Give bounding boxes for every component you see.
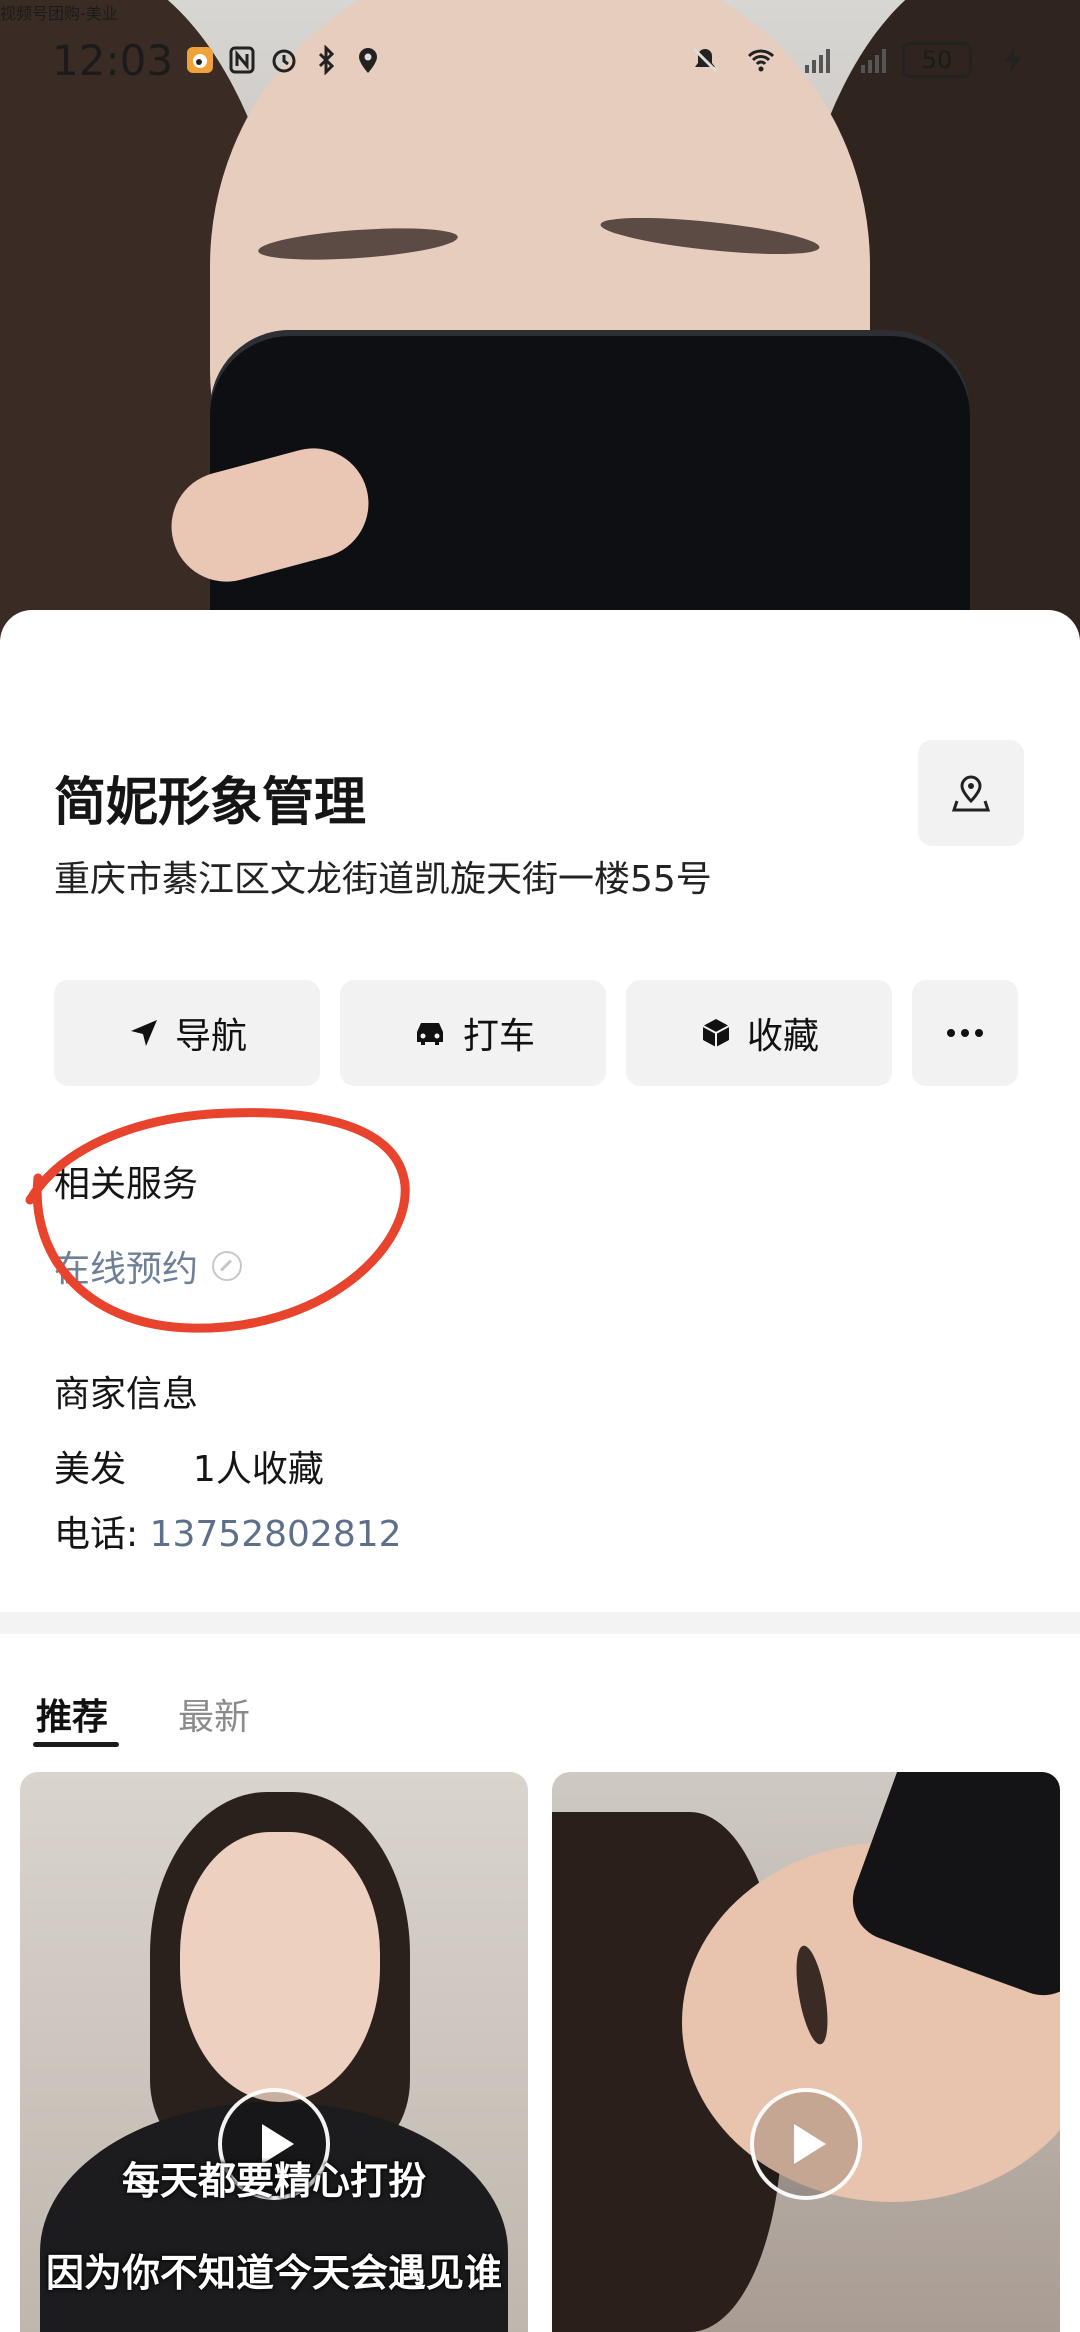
video-card[interactable]: 每天都要精心打扮 因为你不知道今天会遇见谁 [20,1772,528,2332]
favorite-label: 收藏 [746,1016,819,1057]
nfc-icon [229,46,255,74]
tab-latest[interactable]: 最新 [178,1688,250,1740]
video-caption-line2: 因为你不知道今天会遇见谁 [45,2250,502,2295]
action-row: 导航 打车 收藏 [54,980,1026,1086]
merchant-phone-row: 电话: 13752802812 [54,1505,402,1557]
red-circle-annotation [25,1108,410,1333]
taxi-label: 打车 [462,1016,535,1057]
wifi-icon [747,49,775,72]
mute-icon [692,47,718,73]
location-icon [359,48,378,73]
weibo-icon [187,47,214,73]
battery-indicator: 50 [902,42,972,78]
taxi-button[interactable]: 打车 [340,980,606,1086]
map-pin-button[interactable] [918,740,1024,846]
video-thumb-face [180,1832,380,2102]
more-button[interactable] [912,980,1018,1086]
video-caption-line1: 每天都要精心打扮 [121,2158,426,2203]
merchant-info-title: 商家信息 [54,1374,199,1415]
alarm-icon [272,49,296,73]
shop-name: 简妮形象管理 [54,773,367,833]
tab-recommend[interactable]: 推荐 [36,1688,108,1740]
bluetooth-icon [318,45,335,75]
signal-icon [805,49,830,73]
status-time: 12:03 [52,35,174,85]
play-icon[interactable] [750,2088,862,2200]
map-pin-icon [951,775,991,812]
video-card[interactable] [552,1772,1060,2332]
navigate-label: 导航 [174,1016,247,1057]
content-tabs: 推荐 最新 [0,1660,1080,1760]
phone-number-link[interactable]: 13752802812 [150,1514,402,1555]
shop-address: 重庆市綦江区文龙街道凯旋天街一楼55号 [54,859,712,900]
signal-icon-2 [861,49,886,73]
active-tab-indicator [33,1742,119,1747]
navigation-arrow-icon [130,1020,157,1046]
merchant-meta: 美发 1人收藏 [54,1440,324,1492]
cube-icon [702,1019,730,1047]
hero-overlay-title: 视频号团购-美业 [0,4,118,23]
favorite-button[interactable]: 收藏 [626,980,892,1086]
merchant-favorites: 1人收藏 [192,1449,324,1490]
phone-label: 电话: [54,1514,150,1555]
more-dots-icon [947,1029,983,1037]
section-divider [0,1612,1080,1634]
car-icon [416,1023,443,1045]
navigate-button[interactable]: 导航 [54,980,320,1086]
charging-icon [1005,47,1021,73]
merchant-category: 美发 [54,1449,127,1490]
status-bar: 12:03 50 [0,0,1080,120]
